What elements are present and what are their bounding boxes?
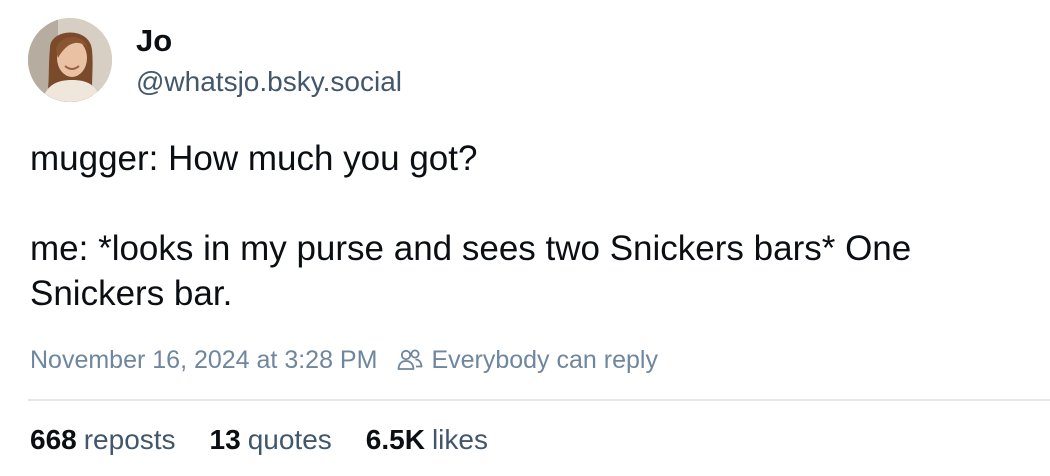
likes-label: likes <box>431 424 488 455</box>
divider <box>28 399 1050 401</box>
reply-setting-label: Everybody can reply <box>431 345 658 374</box>
reposts-label: reposts <box>83 424 176 455</box>
people-icon <box>398 349 423 370</box>
author-handle[interactable]: @whatsjo.bsky.social <box>136 66 402 98</box>
reposts-stat[interactable]: 668 reposts <box>30 424 176 456</box>
reposts-count: 668 <box>30 424 77 455</box>
post-timestamp[interactable]: November 16, 2024 at 3:28 PM <box>30 346 377 375</box>
avatar-image <box>28 18 112 102</box>
author-display-name[interactable]: Jo <box>136 24 172 58</box>
post-text: mugger: How much you got? me: *looks in … <box>30 136 1030 316</box>
quotes-count: 13 <box>209 424 241 455</box>
post-text-line: mugger: How much you got? <box>30 139 478 178</box>
quotes-label: quotes <box>247 424 332 455</box>
post-text-line: me: *looks in my purse and sees two Snic… <box>30 229 912 313</box>
post-card: Jo @whatsjo.bsky.social mugger: How much… <box>0 0 1050 476</box>
reply-setting: Everybody can reply <box>397 346 658 375</box>
post-meta: November 16, 2024 at 3:28 PM Everybody c… <box>30 344 658 376</box>
avatar[interactable] <box>28 18 112 102</box>
likes-count: 6.5K <box>365 424 425 455</box>
quotes-stat[interactable]: 13 quotes <box>210 424 332 456</box>
likes-stat[interactable]: 6.5K likes <box>366 424 488 456</box>
post-stats: 668 reposts 13 quotes 6.5K likes <box>30 424 522 456</box>
